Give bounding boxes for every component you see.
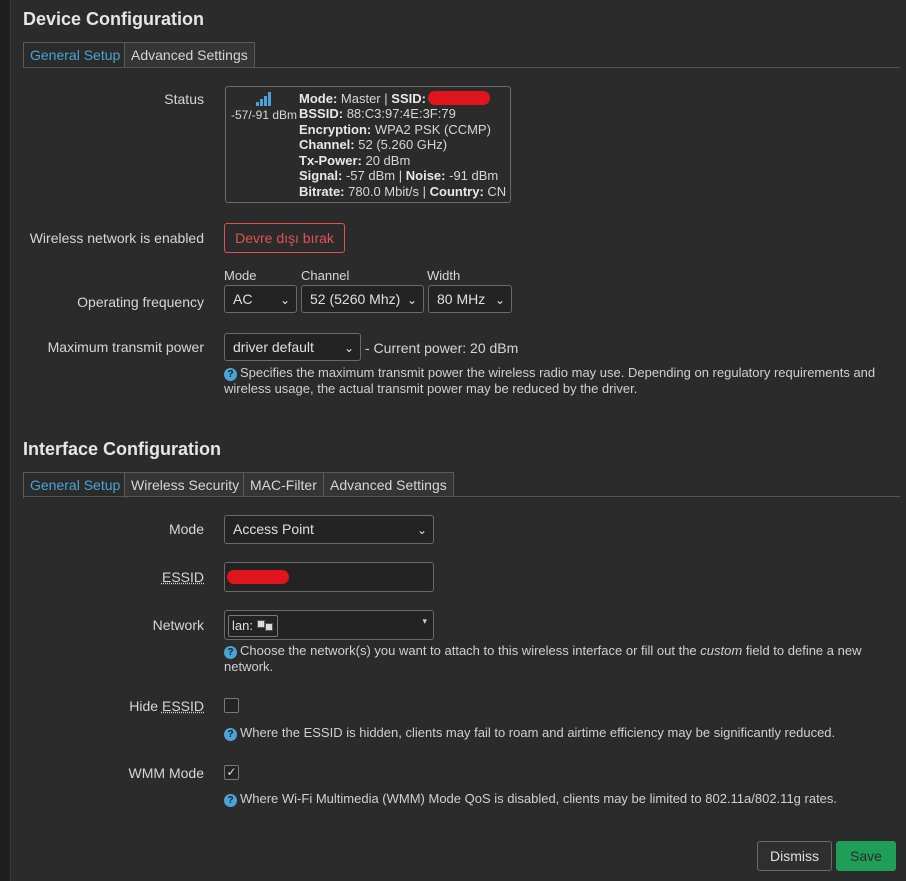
chevron-down-icon: ⌄ <box>494 293 505 307</box>
hide-essid-label: Hide ESSID <box>129 698 204 714</box>
device-config-title: Device Configuration <box>23 9 205 29</box>
hw-mode-select[interactable]: AC ⌄ <box>224 285 297 313</box>
tab-wireless-security[interactable]: Wireless Security <box>124 472 247 497</box>
signal-bars-icon <box>256 92 271 106</box>
mode-header: Mode <box>224 268 257 283</box>
wmm-mode-label: WMM Mode <box>128 765 204 781</box>
disable-wireless-button[interactable]: Devre dışı bırak <box>224 223 345 253</box>
wireless-enabled-label: Wireless network is enabled <box>29 230 204 246</box>
help-icon: ? <box>224 646 237 659</box>
chevron-down-icon: ⌄ <box>279 293 290 307</box>
tab-advanced-settings[interactable]: Advanced Settings <box>124 42 255 67</box>
help-icon: ? <box>224 794 237 807</box>
status-panel: -57/-91 dBm Mode: Master | SSID: BSSID: … <box>225 86 511 203</box>
mode-select[interactable]: Access Point ⌄ <box>224 515 434 544</box>
wmm-help: ? Where Wi-Fi Multimedia (WMM) Mode QoS i… <box>224 791 884 807</box>
tab-divider <box>23 67 900 68</box>
dropdown-arrow-icon: ▾ <box>422 616 427 626</box>
network-chip: lan: <box>228 615 278 637</box>
checkmark-icon: ✓ <box>226 765 237 779</box>
chevron-down-icon: ⌄ <box>406 293 417 307</box>
status-signal-line: Signal: -57 dBm | Noise: -91 dBm <box>299 168 499 183</box>
status-label: Status <box>164 91 204 107</box>
max-txpower-label: Maximum transmit power <box>47 339 204 355</box>
network-dropdown[interactable]: lan: ▾ <box>224 610 434 640</box>
essid-label: ESSID <box>161 569 204 585</box>
interface-tabs: General Setup Wireless Security MAC-Filt… <box>23 472 903 498</box>
status-bitrate-line: Bitrate: 780.0 Mbit/s | Country: CN <box>299 184 507 199</box>
status-bssid-line: BSSID: 88:C3:97:4E:3F:79 <box>299 106 456 121</box>
status-txpower-line: Tx-Power: 20 dBm <box>299 153 411 168</box>
dismiss-button[interactable]: Dismiss <box>757 841 832 871</box>
hide-essid-help: ? Where the ESSID is hidden, clients may … <box>224 725 884 741</box>
save-button[interactable]: Save <box>836 841 896 871</box>
help-icon: ? <box>224 368 237 381</box>
status-mode-line: Mode: Master | SSID: <box>299 91 426 106</box>
txpower-help: ? Specifies the maximum transmit power th… <box>224 365 876 396</box>
txpower-select[interactable]: driver default ⌄ <box>224 333 361 361</box>
tab-general-setup[interactable]: General Setup <box>23 472 128 498</box>
redacted-ssid <box>428 91 490 105</box>
network-label: Network <box>152 617 204 633</box>
tab-general-setup[interactable]: General Setup <box>23 42 128 68</box>
wmm-mode-checkbox[interactable]: ✓ <box>224 765 239 780</box>
chevron-down-icon: ⌄ <box>343 341 354 355</box>
background-page-edge <box>0 0 11 881</box>
tab-advanced-settings[interactable]: Advanced Settings <box>323 472 454 497</box>
channel-select[interactable]: 52 (5260 Mhz) ⌄ <box>301 285 424 313</box>
status-channel-line: Channel: 52 (5.260 GHz) <box>299 137 448 152</box>
help-icon: ? <box>224 728 237 741</box>
chevron-down-icon: ⌄ <box>416 523 427 537</box>
width-header: Width <box>427 268 461 283</box>
device-tabs: General Setup Advanced Settings <box>23 42 903 68</box>
interface-config-title: Interface Configuration <box>23 439 222 459</box>
status-encryption-line: Encryption: WPA2 PSK (CCMP) <box>299 122 491 137</box>
channel-header: Channel <box>301 268 350 283</box>
mode-label: Mode <box>168 521 204 537</box>
redacted-essid <box>227 570 289 584</box>
current-power-text: - Current power: 20 dBm <box>365 340 519 356</box>
signal-text: -57/-91 dBm <box>231 108 298 122</box>
hide-essid-checkbox[interactable] <box>224 698 239 713</box>
operating-frequency-label: Operating frequency <box>77 294 204 310</box>
network-ports-icon <box>256 620 273 631</box>
network-help: ? Choose the network(s) you want to attac… <box>224 643 862 674</box>
width-select[interactable]: 80 MHz ⌄ <box>428 285 512 313</box>
tab-divider <box>23 496 900 497</box>
tab-mac-filter[interactable]: MAC-Filter <box>243 472 324 497</box>
